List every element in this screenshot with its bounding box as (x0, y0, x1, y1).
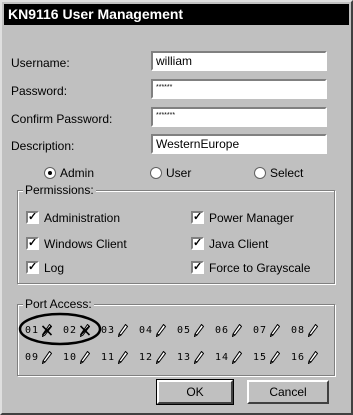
port-access-pencil-icon[interactable] (79, 350, 91, 365)
perm-windows-client-label: Windows Client (44, 237, 127, 251)
port-access-pencil-icon[interactable] (193, 323, 205, 338)
perm-log-label: Log (44, 261, 65, 275)
port-denied-icon[interactable] (41, 323, 53, 338)
port-number-01: 01 (25, 325, 40, 336)
password-field[interactable]: ****** (151, 79, 327, 99)
perm-force-grayscale-label: Force to Grayscale (209, 261, 311, 275)
port-access-pencil-icon[interactable] (117, 350, 129, 365)
port-number-14: 14 (215, 352, 230, 363)
perm-power-manager-label: Power Manager (209, 211, 294, 225)
port-number-12: 12 (139, 352, 154, 363)
radio-admin-label: Admin (60, 166, 95, 180)
port-access-pencil-icon[interactable] (307, 350, 319, 365)
port-number-02: 02 (63, 325, 78, 336)
checkbox-force-grayscale[interactable]: ✓ (191, 261, 204, 274)
port-access-legend: Port Access: (23, 297, 94, 311)
port-access-pencil-icon[interactable] (269, 323, 281, 338)
port-number-04: 04 (139, 325, 154, 336)
radio-select-label: Select (270, 166, 304, 180)
description-label: Description: (11, 139, 75, 153)
radio-user-label: User (166, 166, 192, 180)
radio-admin[interactable] (44, 167, 56, 179)
port-number-03: 03 (101, 325, 116, 336)
user-management-window: KN9116 User Management Username: william… (0, 0, 353, 415)
username-field[interactable]: william (151, 51, 327, 71)
radio-select[interactable] (254, 167, 266, 179)
window-title: KN9116 User Management (4, 4, 349, 25)
port-denied-icon[interactable] (79, 323, 91, 338)
port-number-15: 15 (253, 352, 268, 363)
port-number-13: 13 (177, 352, 192, 363)
port-number-09: 09 (25, 352, 40, 363)
port-access-pencil-icon[interactable] (193, 350, 205, 365)
checkbox-administration[interactable]: ✓ (26, 211, 39, 224)
radio-user[interactable] (150, 167, 162, 179)
perm-java-client-label: Java Client (209, 237, 269, 251)
username-label: Username: (11, 56, 70, 70)
port-number-05: 05 (177, 325, 192, 336)
port-access-pencil-icon[interactable] (269, 350, 281, 365)
description-field[interactable]: WesternEurope (151, 134, 327, 154)
checkbox-log[interactable]: ✓ (26, 261, 39, 274)
checkbox-java-client[interactable]: ✓ (191, 237, 204, 250)
confirm-password-field[interactable]: ******* (151, 107, 327, 127)
cancel-button[interactable]: Cancel (247, 380, 329, 404)
perm-administration-label: Administration (44, 211, 121, 225)
ok-button[interactable]: OK (156, 379, 234, 405)
port-access-pencil-icon[interactable] (41, 350, 53, 365)
port-number-16: 16 (291, 352, 306, 363)
checkbox-windows-client[interactable]: ✓ (26, 237, 39, 250)
port-number-07: 07 (253, 325, 268, 336)
port-access-pencil-icon[interactable] (231, 323, 243, 338)
port-access-pencil-icon[interactable] (117, 323, 129, 338)
port-access-pencil-icon[interactable] (231, 350, 243, 365)
port-access-pencil-icon[interactable] (155, 350, 167, 365)
port-number-06: 06 (215, 325, 230, 336)
password-label: Password: (11, 84, 68, 98)
confirm-password-label: Confirm Password: (11, 112, 113, 126)
port-access-pencil-icon[interactable] (155, 323, 167, 338)
permissions-legend: Permissions: (23, 183, 96, 197)
port-access-pencil-icon[interactable] (307, 323, 319, 338)
port-number-10: 10 (63, 352, 78, 363)
checkbox-power-manager[interactable]: ✓ (191, 211, 204, 224)
port-number-08: 08 (291, 325, 306, 336)
port-number-11: 11 (101, 352, 116, 363)
